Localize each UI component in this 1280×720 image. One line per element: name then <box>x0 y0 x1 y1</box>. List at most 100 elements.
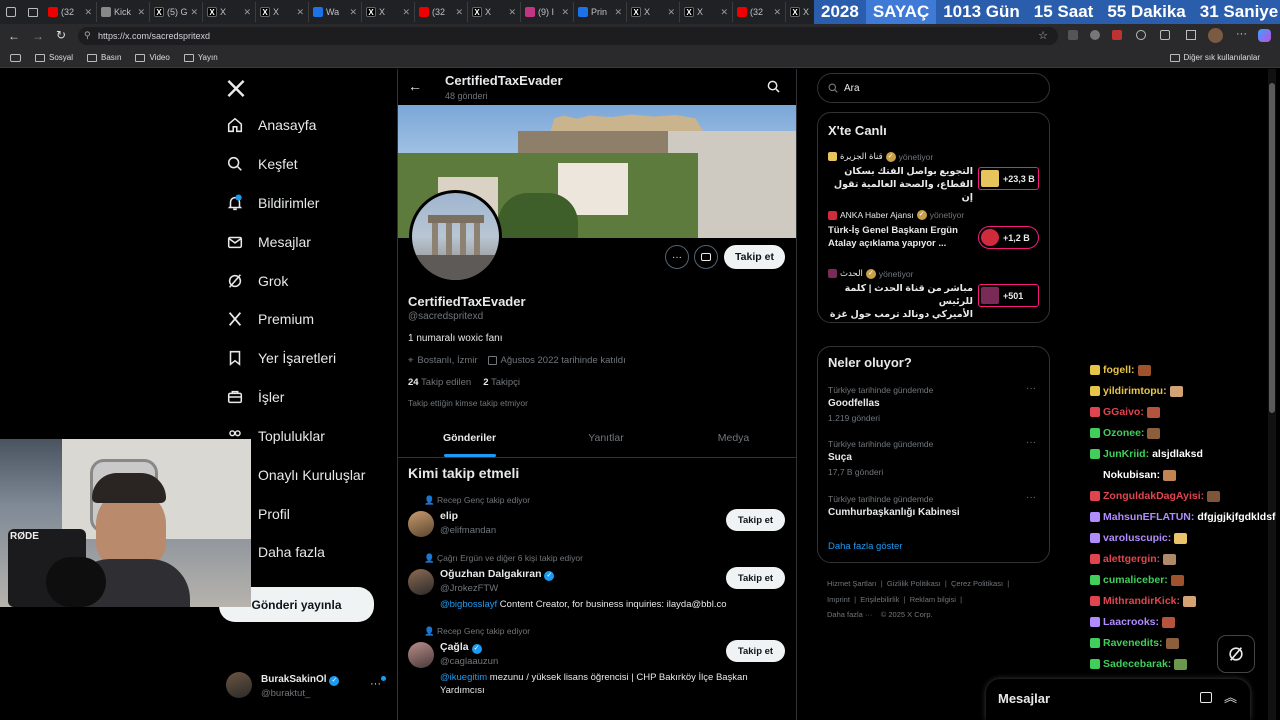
browser-tab[interactable]: Kick ✕ <box>97 2 150 22</box>
browser-tab[interactable]: (32 ✕ <box>415 2 468 22</box>
show-more-link[interactable]: Daha fazla göster <box>828 541 902 552</box>
nav-item-5[interactable]: Premium <box>226 310 314 328</box>
more-dots-icon[interactable]: ··· <box>370 678 381 690</box>
live-listeners-badge[interactable]: +23,3 B <box>978 167 1039 190</box>
search-input[interactable]: Ara <box>817 73 1050 103</box>
back-arrow-icon[interactable]: ← <box>408 78 422 94</box>
tab-actions-icon[interactable] <box>22 2 44 22</box>
grok-floating-button[interactable] <box>1217 635 1255 673</box>
live-item[interactable]: قناة الجزيرة ✓ yönetiyor التجويع بواصل الفت… <box>818 151 1049 207</box>
messages-drawer[interactable]: Mesajlar ︽ <box>986 679 1250 720</box>
follow-button[interactable]: Takip et <box>726 509 785 531</box>
tab-close-icon[interactable]: ✕ <box>84 7 92 18</box>
more-dots-icon[interactable]: ··· <box>1026 383 1036 394</box>
follow-button[interactable]: Takip et <box>724 245 785 269</box>
tab-replies[interactable]: Yanıtlar <box>541 419 671 457</box>
nav-item-1[interactable]: Keşfet <box>226 155 298 173</box>
tab-posts[interactable]: Gönderiler <box>398 419 541 457</box>
x-logo-icon[interactable] <box>226 79 246 98</box>
extension-icon[interactable] <box>1112 30 1122 40</box>
profile-avatar-icon[interactable] <box>1208 28 1223 43</box>
browser-tab[interactable]: Prin ✕ <box>574 2 627 22</box>
bookmark-folder[interactable]: Sosyal <box>35 53 73 62</box>
footer-link[interactable]: Çerez Politikası <box>951 579 1003 588</box>
tab-close-icon[interactable]: ✕ <box>508 7 516 18</box>
more-menu-icon[interactable]: ··· <box>1236 28 1247 40</box>
tab-close-icon[interactable]: ✕ <box>243 7 251 18</box>
extensions-puzzle-icon[interactable] <box>1160 30 1170 40</box>
tab-close-icon[interactable]: ✕ <box>667 7 675 18</box>
account-switcher[interactable]: BurakSakinOl ✓ @buraktut_ ··· <box>226 672 386 702</box>
live-item[interactable]: الحدث ✓ yönetiyor مباشر من قناة الحدث | كلم… <box>818 268 1049 324</box>
star-icon[interactable]: ☆ <box>1038 29 1048 42</box>
footer-link[interactable]: Imprint <box>827 595 850 604</box>
tab-close-icon[interactable]: ✕ <box>614 7 622 18</box>
forward-arrow-icon[interactable]: → <box>32 29 44 43</box>
bookmark-folder[interactable]: Yayın <box>183 53 218 62</box>
copilot-icon[interactable] <box>1258 29 1271 42</box>
mention-link[interactable]: @bigbosslayf <box>440 599 497 610</box>
tab-close-icon[interactable]: ✕ <box>455 7 463 18</box>
live-listeners-badge[interactable]: +1,2 B <box>978 226 1039 249</box>
nav-item-3[interactable]: Mesajlar <box>226 233 311 251</box>
tab-close-icon[interactable]: ✕ <box>191 7 199 18</box>
tab-close-icon[interactable]: ✕ <box>402 7 410 18</box>
tab-close-icon[interactable]: ✕ <box>720 7 728 18</box>
browser-tab[interactable]: (9) I ✕ <box>521 2 574 22</box>
suggested-name[interactable]: Oğuzhan Dalgakıran ✓ <box>440 568 555 581</box>
bookmark-folder[interactable]: Basın <box>87 53 121 62</box>
mention-link[interactable]: @ikuegitim <box>440 672 487 683</box>
profile-avatar[interactable] <box>409 190 502 283</box>
more-dots-icon[interactable]: ··· <box>1026 437 1036 448</box>
nav-item-0[interactable]: Anasayfa <box>226 116 316 134</box>
live-listeners-badge[interactable]: +501 <box>978 284 1039 307</box>
browser-tab[interactable]: X (5) G ✕ <box>150 2 203 22</box>
tab-close-icon[interactable]: ✕ <box>137 7 145 18</box>
favorites-icon[interactable] <box>1186 30 1196 40</box>
browser-tab[interactable]: XX ✕ <box>680 2 733 22</box>
tab-close-icon[interactable]: ✕ <box>773 7 781 18</box>
tab-close-icon[interactable]: ✕ <box>349 7 357 18</box>
subscribe-button[interactable] <box>694 245 718 269</box>
trend-item[interactable]: Türkiye tarihinde gündemde Goodfellas 1.21… <box>818 383 1049 433</box>
avatar[interactable] <box>408 511 434 537</box>
browser-tab[interactable]: XX ✕ <box>256 2 309 22</box>
trend-item[interactable]: Türkiye tarihinde gündemde Cumhurbaşkanlı… <box>818 492 1049 542</box>
collapse-chevron-icon[interactable]: ︽ <box>1224 687 1237 706</box>
extension-icon[interactable] <box>1068 30 1078 40</box>
browser-tab[interactable]: XX ✕ <box>627 2 680 22</box>
follow-button[interactable]: Takip et <box>726 567 785 589</box>
browser-menu-icon[interactable] <box>0 2 22 22</box>
avatar[interactable] <box>408 642 434 668</box>
follow-button[interactable]: Takip et <box>726 640 785 662</box>
address-bar[interactable]: ⚲ https://x.com/sacredspritexd ☆ <box>78 27 1058 45</box>
suggested-name[interactable]: elip <box>440 510 458 522</box>
browser-tab[interactable]: XX ✕ <box>362 2 415 22</box>
scrollbar-thumb[interactable] <box>1269 83 1275 413</box>
live-item[interactable]: ANKA Haber Ajansı ✓ yönetiyor Türk-İş Genel… <box>818 210 1049 266</box>
browser-tab[interactable]: XX ✕ <box>468 2 521 22</box>
followers-link[interactable]: 2 Takipçi <box>483 377 520 388</box>
tab-close-icon[interactable]: ✕ <box>561 7 569 18</box>
tab-media[interactable]: Medya <box>671 419 796 457</box>
tab-close-icon[interactable]: ✕ <box>296 7 304 18</box>
back-arrow-icon[interactable]: ← <box>8 29 20 43</box>
nav-item-2[interactable]: Bildirimler <box>226 194 319 212</box>
footer-link[interactable]: Hizmet Şartları <box>827 579 877 588</box>
more-options-button[interactable]: ··· <box>665 245 689 269</box>
bookmark-folder[interactable]: Video <box>135 53 170 62</box>
other-bookmarks[interactable]: Diğer sık kullanılanlar <box>1169 53 1260 62</box>
footer-link[interactable]: Erişilebilirlik <box>860 595 899 604</box>
browser-tab[interactable]: Wa ✕ <box>309 2 362 22</box>
trend-item[interactable]: Türkiye tarihinde gündemde Suça 17,7 B gön… <box>818 437 1049 487</box>
nav-item-6[interactable]: Yer İşaretleri <box>226 349 336 367</box>
browser-tab[interactable]: (32 ✕ <box>733 2 786 22</box>
browser-tab[interactable]: (32 ✕ <box>44 2 97 22</box>
nav-item-7[interactable]: İşler <box>226 388 284 406</box>
reload-icon[interactable]: ↻ <box>56 28 66 42</box>
extension-icon[interactable] <box>1090 30 1100 40</box>
search-icon[interactable] <box>767 80 780 93</box>
suggested-account[interactable]: 👤 Recep Genç takip ediyor Çağla ✓ @caglaau… <box>398 626 796 696</box>
avatar[interactable] <box>408 569 434 595</box>
browser-tab[interactable]: XX ✕ <box>203 2 256 22</box>
